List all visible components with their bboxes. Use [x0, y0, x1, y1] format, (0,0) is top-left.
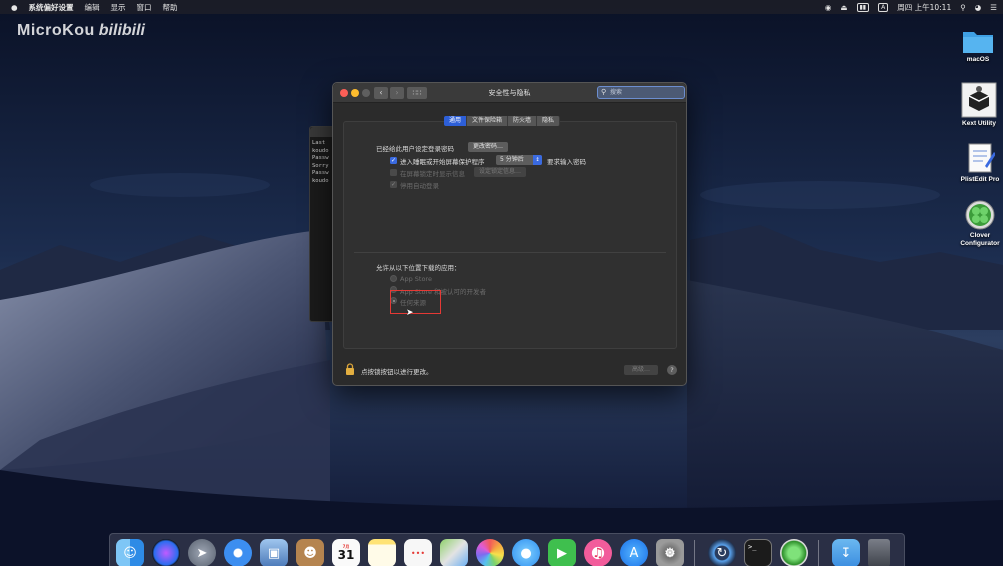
- watermark-site: bilibili: [98, 22, 145, 39]
- window-titlebar[interactable]: ‹ › ∷∷ 安全性与隐私 ⚲ 搜索: [333, 83, 686, 103]
- desktop-icon-macos[interactable]: macOS: [950, 28, 1003, 64]
- desktop-icon-label: PlistEdit Pro: [960, 176, 1000, 183]
- password-set-text: 已经给此用户设定登录密码: [376, 145, 454, 153]
- launchpad-icon[interactable]: ➤: [188, 539, 216, 566]
- folder-icon: [963, 32, 993, 53]
- search-icon[interactable]: ⚲: [960, 3, 966, 12]
- watermark: MicroKou bilibili: [17, 22, 145, 40]
- highlight-box: [390, 290, 441, 314]
- tab-general[interactable]: 通用: [444, 116, 468, 126]
- security-privacy-window: ‹ › ∷∷ 安全性与隐私 ⚲ 搜索 已经给此用户设定登录密码 更改密码… ✓ …: [332, 82, 687, 386]
- change-password-button[interactable]: 更改密码…: [468, 142, 509, 152]
- photos-icon[interactable]: [476, 539, 504, 566]
- help-button[interactable]: ?: [667, 365, 677, 375]
- mouse-pointer-icon: ➤: [406, 308, 414, 318]
- clover-icon[interactable]: [780, 539, 808, 566]
- plistedit-icon: [968, 143, 995, 173]
- siri-icon[interactable]: ◕: [975, 3, 982, 12]
- lock-icon[interactable]: [345, 363, 355, 375]
- menu-view[interactable]: 显示: [111, 2, 126, 13]
- require-password-checkbox[interactable]: ✓: [390, 157, 397, 164]
- menu-app-name[interactable]: 系统偏好设置: [29, 2, 74, 13]
- disable-autologin-label: 停用自动登录: [400, 182, 439, 190]
- control-icon[interactable]: ☰: [990, 3, 997, 12]
- input-method-icon[interactable]: A: [878, 2, 889, 12]
- kext-utility-icon: [961, 82, 997, 118]
- eject-icon[interactable]: ⏏: [840, 3, 847, 12]
- password-delay-value: 5 分钟后: [500, 156, 524, 163]
- set-lock-message-button[interactable]: 设定锁定信息…: [474, 167, 527, 177]
- section-divider: [354, 252, 666, 253]
- search-field[interactable]: ⚲ 搜索: [597, 86, 685, 99]
- advanced-button[interactable]: 高级…: [624, 365, 658, 375]
- desktop-icon-label: macOS: [966, 56, 990, 63]
- calendar-icon[interactable]: 7月 31: [332, 539, 360, 566]
- search-icon: ⚲: [601, 88, 607, 96]
- menu-bar-status-area: ◉ ⏏ ▮▮ A 周四 上午10:11 ⚲ ◕ ☰: [816, 0, 997, 14]
- require-password-suffix: 要求输入密码: [547, 158, 586, 166]
- menu-help[interactable]: 帮助: [163, 2, 178, 13]
- chevron-updown-icon: ↕: [533, 155, 542, 165]
- desktop-icon-kext-utility[interactable]: Kext Utility: [951, 82, 1003, 128]
- search-placeholder: 搜索: [610, 89, 623, 96]
- finder-icon[interactable]: ☺: [116, 539, 144, 566]
- desktop-icon-plistedit[interactable]: PlistEdit Pro: [952, 142, 1003, 184]
- contacts-icon[interactable]: ☻: [296, 539, 324, 566]
- watermark-brand: MicroKou: [17, 22, 95, 39]
- general-panel: 已经给此用户设定登录密码 更改密码… ✓ 进入睡眠或开始屏幕保护程序 5 分钟后…: [343, 121, 677, 349]
- reminders-icon[interactable]: •••: [404, 539, 432, 566]
- siri-icon[interactable]: [152, 539, 180, 566]
- menu-clock[interactable]: 周四 上午10:11: [897, 2, 951, 13]
- downloads-folder-icon[interactable]: ↧: [832, 539, 860, 566]
- notes-icon[interactable]: [368, 539, 396, 566]
- desktop-icon-clover[interactable]: Clover Configurator: [952, 200, 1003, 248]
- system-preferences-icon[interactable]: ⚙: [656, 539, 684, 566]
- lock-hint-text: 点按锁按钮以进行更改。: [361, 368, 433, 376]
- show-message-label: 在屏幕锁定时显示信息: [400, 170, 465, 178]
- menu-window[interactable]: 窗口: [137, 2, 152, 13]
- facetime-icon[interactable]: ▶: [548, 539, 576, 566]
- battery-icon[interactable]: ▮▮: [856, 2, 870, 12]
- preview-icon[interactable]: ▣: [260, 539, 288, 566]
- dock: ☺ ➤ ▣ ☻ 7月 31 ••• ● ▶ ♫ A ⚙ ↻ >_ ↧: [109, 533, 905, 566]
- sync-icon[interactable]: ↻: [708, 539, 736, 566]
- tab-filevault[interactable]: 文件保险箱: [467, 116, 509, 126]
- dock-separator: [694, 540, 695, 566]
- menu-bar: ● 系统偏好设置 编辑 显示 窗口 帮助 ◉ ⏏ ▮▮ A 周四 上午10:11…: [0, 0, 1003, 14]
- safari-icon[interactable]: [224, 539, 252, 566]
- maps-icon[interactable]: [440, 539, 468, 566]
- clover-icon: [965, 200, 995, 230]
- itunes-icon[interactable]: ♫: [584, 539, 612, 566]
- require-password-label: 进入睡眠或开始屏幕保护程序: [400, 158, 485, 166]
- calendar-day: 31: [337, 548, 355, 562]
- desktop-icon-label: Clover Configurator: [960, 232, 1000, 247]
- password-delay-popup[interactable]: 5 分钟后 ↕: [496, 155, 542, 165]
- disable-autologin-checkbox[interactable]: ✓: [390, 181, 397, 188]
- menu-edit[interactable]: 编辑: [85, 2, 100, 13]
- terminal-icon[interactable]: >_: [744, 539, 772, 566]
- app-store-icon[interactable]: A: [620, 539, 648, 566]
- tab-firewall[interactable]: 防火墙: [508, 116, 538, 126]
- trash-icon[interactable]: [868, 539, 890, 566]
- checkmark-icon: ✓: [390, 157, 397, 164]
- radio-app-store-label: App Store: [400, 275, 432, 283]
- messages-icon[interactable]: ●: [512, 539, 540, 566]
- tab-privacy[interactable]: 隐私: [537, 116, 561, 126]
- dock-separator: [818, 540, 819, 566]
- tab-bar: 通用 文件保险箱 防火墙 隐私: [444, 116, 561, 126]
- allow-apps-title: 允许从以下位置下载的应用：: [376, 264, 461, 272]
- radio-app-store[interactable]: [390, 275, 397, 282]
- checkmark-icon: ✓: [390, 181, 397, 188]
- show-message-checkbox[interactable]: [390, 169, 397, 176]
- apple-icon[interactable]: ●: [11, 3, 18, 12]
- airdrop-icon[interactable]: ◉: [825, 3, 832, 12]
- desktop-icon-label: Kext Utility: [962, 120, 996, 127]
